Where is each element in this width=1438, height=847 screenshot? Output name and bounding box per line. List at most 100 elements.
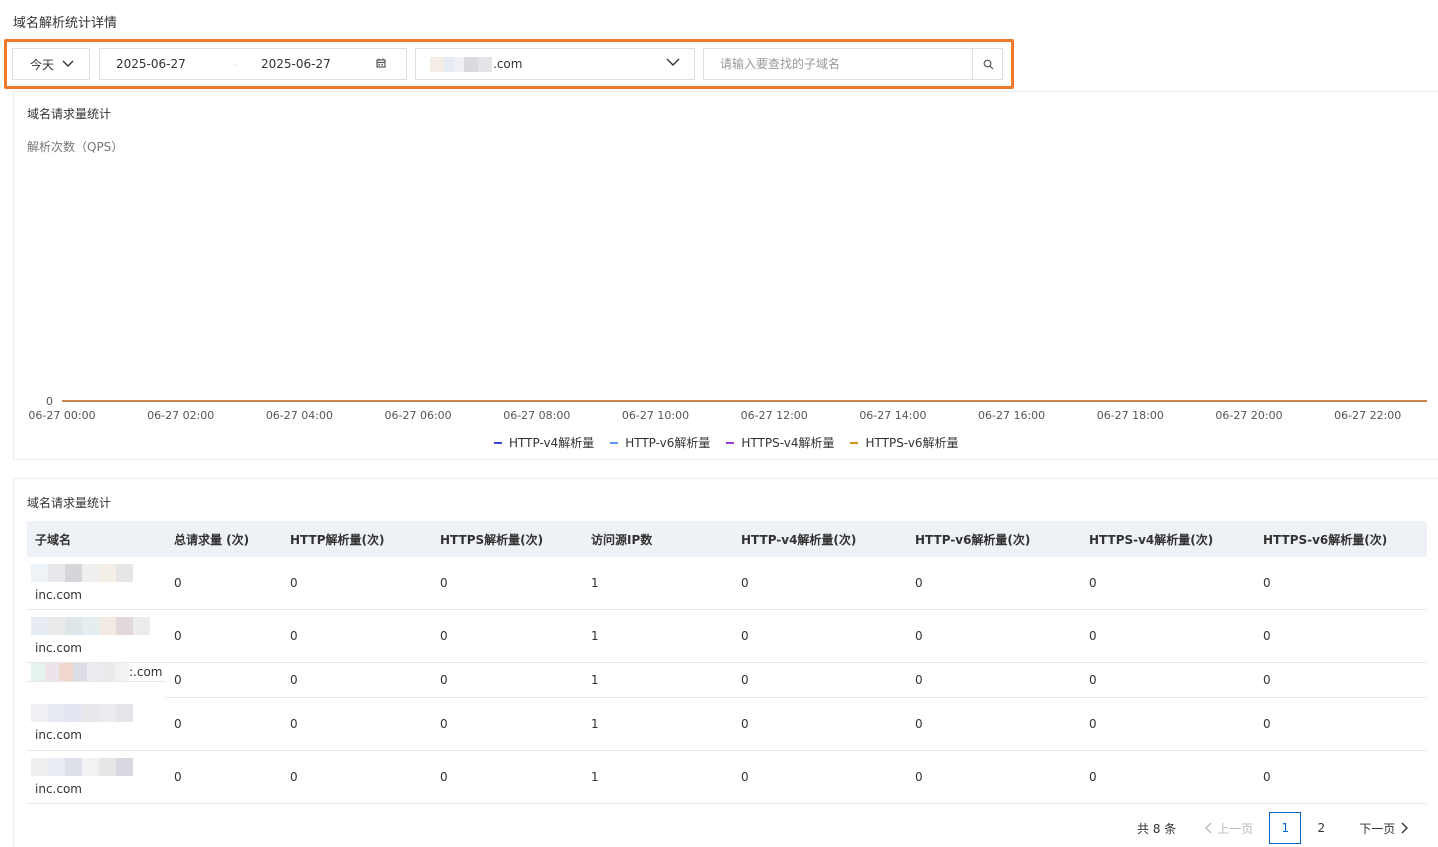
table-card: 域名请求量统计 子域名 总请求量 (次) HTTP解析量(次) HTTPS解析量(次)… xyxy=(13,478,1438,847)
legend-item[interactable]: HTTP-v6解析量 xyxy=(610,434,710,451)
table-cell: 0 xyxy=(432,662,583,698)
table-cell: 0 xyxy=(282,557,432,610)
subdomain-suffix: inc.com xyxy=(35,640,82,655)
table-cell: 0 xyxy=(907,557,1081,610)
y-tick-label: 0 xyxy=(46,395,53,408)
table-cell: 0 xyxy=(907,750,1081,804)
redacted-subdomain xyxy=(31,662,129,681)
table-row: inc.com 0 0 0 1 0 0 0 0 xyxy=(27,557,1427,610)
subdomain-suffix: inc.com xyxy=(35,587,82,602)
x-tick-label: 06-27 14:00 xyxy=(859,409,926,422)
table-cell: 0 xyxy=(907,609,1081,663)
table-cell: 0 xyxy=(166,697,282,751)
table-cell: 0 xyxy=(733,750,907,804)
x-tick-label: 06-27 20:00 xyxy=(1215,409,1282,422)
redacted-subdomain xyxy=(31,563,166,582)
x-tick-label: 06-27 08:00 xyxy=(503,409,570,422)
x-tick-label: 06-27 02:00 xyxy=(147,409,214,422)
subdomain-cell: inc.com xyxy=(27,609,166,663)
date-range-picker[interactable]: 2025-06-27 - 2025-06-27 xyxy=(99,48,407,80)
subdomain-suffix: inc.com xyxy=(35,728,82,743)
legend-item[interactable]: HTTPS-v4解析量 xyxy=(726,434,834,451)
subdomain-cell: inc.com xyxy=(27,750,166,804)
chevron-down-icon xyxy=(62,60,74,67)
legend-swatch xyxy=(726,441,735,444)
column-header: HTTPS-v4解析量(次) xyxy=(1081,521,1255,557)
table-cell: 0 xyxy=(907,662,1081,698)
x-tick-label: 06-27 00:00 xyxy=(28,409,95,422)
x-tick-label: 06-27 10:00 xyxy=(622,409,689,422)
search-button[interactable] xyxy=(972,49,1003,79)
prev-page-label: 上一页 xyxy=(1217,821,1254,836)
redacted-subdomain xyxy=(31,757,166,776)
table-row: inc.com 0 0 0 1 0 0 0 0 xyxy=(27,697,1427,751)
chart-card: 域名请求量统计 解析次数（QPS） 0 06-27 00:00 06-27 02:0… xyxy=(13,91,1438,460)
date-separator: - xyxy=(233,57,237,71)
prev-page-button[interactable]: 上一页 xyxy=(1204,820,1253,837)
x-tick-label: 06-27 18:00 xyxy=(1097,409,1164,422)
table-cell: 1 xyxy=(583,609,733,663)
legend-swatch xyxy=(494,441,502,444)
legend-item[interactable]: HTTPS-v6解析量 xyxy=(850,434,959,451)
x-tick-label: 06-27 22:00 xyxy=(1334,409,1401,422)
legend-swatch xyxy=(850,441,859,444)
subdomain-suffix: :.com xyxy=(129,664,163,679)
search-icon xyxy=(983,59,993,69)
legend-item[interactable]: HTTP-v4解析量 xyxy=(494,434,594,451)
qps-line-chart: 006-27 00:00 06-27 02:00 06-27 04:00 06-27 … xyxy=(28,395,1427,422)
legend-label: HTTPS-v6解析量 xyxy=(865,436,959,450)
pagination: 共 8 条 上一页 1 2 下一页 xyxy=(1137,812,1409,844)
table-row: inc.com 0 0 0 1 0 0 0 0 xyxy=(27,609,1427,663)
x-tick-label: 06-27 06:00 xyxy=(385,409,452,422)
page-1-button[interactable]: 1 xyxy=(1269,812,1302,844)
table-cell: 0 xyxy=(1255,662,1427,698)
table-cell: 0 xyxy=(1081,697,1255,751)
subdomain-stats-table: 子域名 总请求量 (次) HTTP解析量(次) HTTPS解析量(次) 访问源IP数 HT… xyxy=(27,521,1427,804)
redacted-subdomain xyxy=(31,616,166,635)
table-cell: 0 xyxy=(282,609,432,663)
table-title: 域名请求量统计 xyxy=(27,496,112,510)
next-page-button[interactable]: 下一页 xyxy=(1359,820,1409,837)
table-cell: 0 xyxy=(907,697,1081,751)
period-select-value: 今天 xyxy=(30,57,55,72)
table-cell: 0 xyxy=(166,750,282,804)
redacted-domain-name xyxy=(430,57,492,72)
table-cell: 0 xyxy=(432,750,583,804)
x-tick-label: 06-27 04:00 xyxy=(266,409,333,422)
subdomain-search-input[interactable] xyxy=(704,49,972,79)
table-cell: 1 xyxy=(583,662,733,698)
table-cell: 0 xyxy=(282,662,432,698)
domain-suffix: .com xyxy=(493,57,523,71)
date-start[interactable]: 2025-06-27 xyxy=(116,57,186,71)
date-end[interactable]: 2025-06-27 xyxy=(261,57,331,71)
subdomain-search xyxy=(703,48,1003,80)
table-cell: 0 xyxy=(1081,662,1255,698)
period-select[interactable]: 今天 xyxy=(12,48,90,80)
domain-select[interactable]: .com xyxy=(415,48,695,80)
column-header: 子域名 xyxy=(27,521,166,557)
column-header: 总请求量 (次) xyxy=(166,521,282,557)
table-cell: 0 xyxy=(1255,697,1427,751)
subdomain-cell: inc.com xyxy=(27,557,166,610)
chart-legend: HTTP-v4解析量 HTTP-v6解析量 HTTPS-v4解析量 HTTPS-v6解… xyxy=(494,434,959,451)
table-cell: 0 xyxy=(166,662,282,698)
table-cell: 0 xyxy=(733,609,907,663)
redacted-subdomain xyxy=(31,704,166,723)
table-cell: 1 xyxy=(583,697,733,751)
chevron-left-icon xyxy=(1205,822,1212,834)
page-2-button[interactable]: 2 xyxy=(1305,812,1337,844)
legend-label: HTTP-v4解析量 xyxy=(509,436,595,450)
table-cell: 0 xyxy=(1081,557,1255,610)
table-cell: 0 xyxy=(282,750,432,804)
table-cell: 0 xyxy=(432,557,583,610)
table-cell: 0 xyxy=(733,557,907,610)
column-header: HTTPS解析量(次) xyxy=(432,521,583,557)
table-cell: 1 xyxy=(583,557,733,610)
legend-label: HTTP-v6解析量 xyxy=(625,436,711,450)
table-row: :.com 0 0 0 1 0 0 0 0 xyxy=(27,662,1427,698)
page-title: 域名解析统计详情 xyxy=(13,16,118,31)
column-header: HTTP-v6解析量(次) xyxy=(907,521,1081,557)
calendar-icon[interactable] xyxy=(375,57,387,69)
x-tick-label: 06-27 12:00 xyxy=(741,409,808,422)
table-row: inc.com 0 0 0 1 0 0 0 0 xyxy=(27,750,1427,804)
